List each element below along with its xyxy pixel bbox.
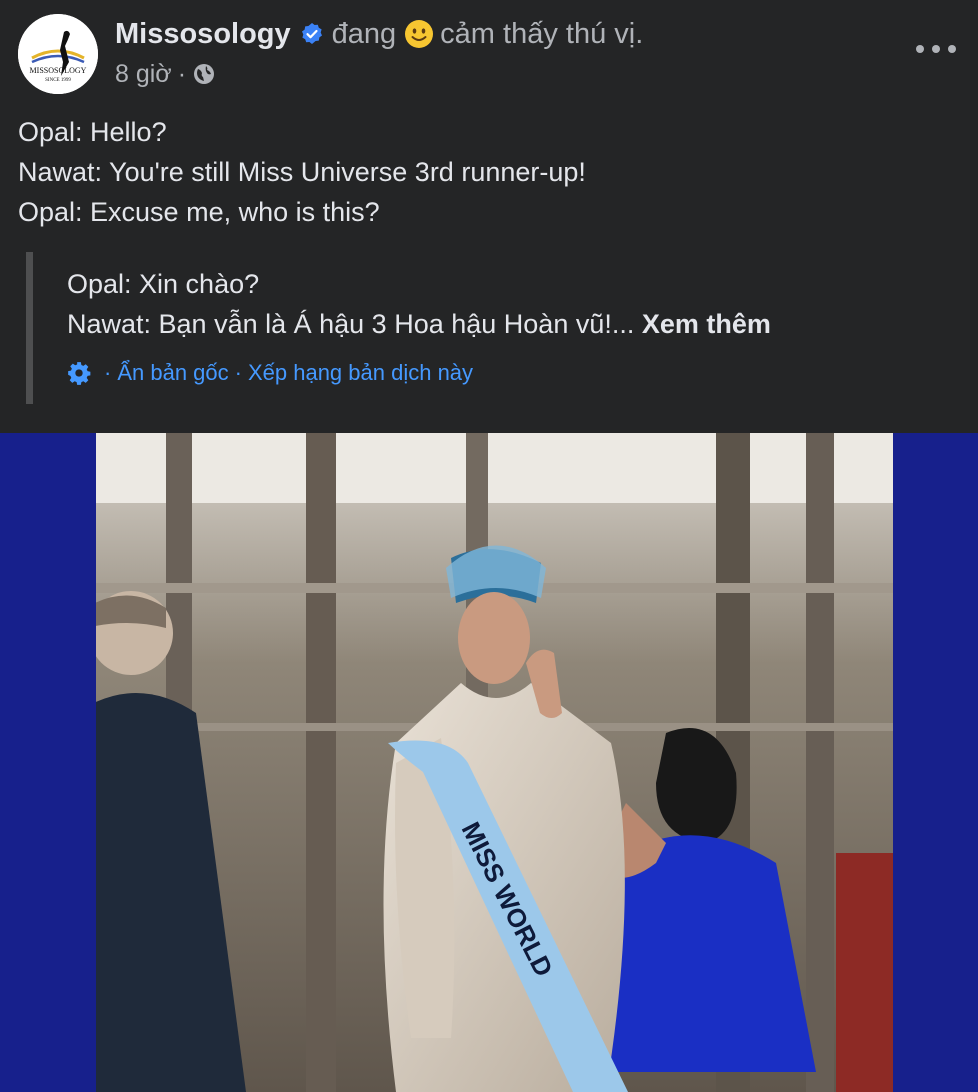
post-media[interactable]: MISS WORLD bbox=[0, 433, 978, 1092]
page-avatar[interactable]: MISSOSOLOGY SINCE 1999 bbox=[18, 14, 98, 94]
smile-emoji-icon bbox=[405, 20, 434, 48]
post-meta: 8 giờ · bbox=[115, 58, 216, 90]
post-title-line: Missosology đang cảm thấy thú vị. bbox=[115, 16, 643, 52]
post-timestamp[interactable]: 8 giờ bbox=[115, 58, 172, 90]
meta-separator: · bbox=[177, 60, 187, 88]
translation-line: Nawat: Bạn vẫn là Á hậu 3 Hoa hậu Hoàn v… bbox=[67, 304, 771, 344]
tools-separator: · bbox=[234, 360, 242, 385]
post-header: MISSOSOLOGY SINCE 1999 Missosology đang … bbox=[0, 0, 978, 105]
verified-badge-icon bbox=[301, 23, 322, 44]
globe-icon bbox=[194, 64, 215, 84]
translation-block: Opal: Xin chào? Nawat: Bạn vẫn là Á hậu … bbox=[26, 252, 953, 404]
see-more-link[interactable]: Xem thêm bbox=[642, 309, 771, 339]
more-dot-icon bbox=[932, 45, 940, 53]
missosology-logo-icon: MISSOSOLOGY SINCE 1999 bbox=[18, 14, 98, 94]
post-text-line: Opal: Excuse me, who is this? bbox=[18, 197, 380, 227]
translation-tools: · Ẩn bản gốc · Xếp hạng bản dịch này bbox=[66, 360, 473, 386]
translation-line: Opal: Xin chào? bbox=[67, 269, 260, 299]
logo-tagline: SINCE 1999 bbox=[45, 78, 71, 83]
post-body: Opal: Hello? Nawat: You're still Miss Un… bbox=[18, 112, 586, 232]
rate-translation-link[interactable]: Xếp hạng bản dịch này bbox=[248, 360, 473, 386]
hide-original-link[interactable]: Ẩn bản gốc bbox=[117, 360, 228, 386]
post-photo[interactable]: MISS WORLD bbox=[96, 433, 893, 1092]
logo-brand: MISSOSOLOGY bbox=[30, 66, 87, 75]
translation-line-text: Nawat: Bạn vẫn là Á hậu 3 Hoa hậu Hoàn v… bbox=[67, 309, 635, 339]
tools-separator: · bbox=[104, 360, 112, 385]
more-dot-icon bbox=[916, 45, 924, 53]
author-name[interactable]: Missosology bbox=[115, 16, 291, 52]
more-options-button[interactable] bbox=[916, 34, 956, 64]
translation-text: Opal: Xin chào? Nawat: Bạn vẫn là Á hậu … bbox=[67, 264, 771, 344]
photo-illustration: MISS WORLD bbox=[96, 433, 893, 1092]
more-dot-icon bbox=[948, 45, 956, 53]
gear-icon[interactable] bbox=[66, 360, 92, 386]
post-text-line: Opal: Hello? bbox=[18, 117, 167, 147]
activity-text: cảm thấy thú vị. bbox=[440, 18, 644, 50]
activity-verb: đang bbox=[331, 18, 397, 50]
post-text-line: Nawat: You're still Miss Universe 3rd ru… bbox=[18, 157, 586, 187]
